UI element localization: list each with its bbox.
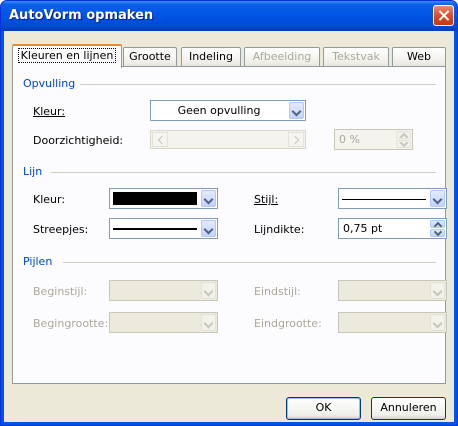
tab-tekstvak[interactable]: Tekstvak	[323, 47, 389, 66]
chevron-down-icon[interactable]	[430, 190, 445, 207]
chevron-down-icon[interactable]	[289, 102, 304, 119]
line-color-label: Kleur:	[33, 193, 66, 206]
tab-grootte[interactable]: Grootte	[123, 47, 177, 66]
end-style-dropdown[interactable]	[338, 280, 447, 301]
section-heading-arrows: Pijlen	[23, 255, 53, 268]
separator	[51, 172, 436, 173]
line-style-sample	[342, 199, 426, 200]
chevron-down-icon[interactable]	[430, 314, 445, 331]
line-weight-value: 0,75 pt	[343, 222, 383, 235]
section-heading-line: Lijn	[23, 165, 43, 178]
fill-color-value: Geen opvulling	[177, 104, 261, 117]
chevron-down-icon[interactable]	[201, 282, 216, 299]
line-style-dropdown[interactable]	[338, 188, 447, 209]
begin-style-label: Beginstijl:	[33, 285, 88, 298]
end-size-dropdown[interactable]	[338, 312, 447, 333]
ok-button[interactable]: OK	[286, 397, 361, 420]
arrow-right-icon[interactable]	[288, 132, 304, 147]
fill-color-dropdown[interactable]: Geen opvulling	[150, 100, 306, 121]
tab-indeling[interactable]: Indeling	[181, 47, 241, 66]
line-color-dropdown[interactable]	[109, 188, 218, 209]
separator	[80, 84, 436, 85]
end-style-label: Eindstijl:	[254, 285, 301, 298]
line-color-swatch	[113, 192, 197, 205]
transparency-value: 0 %	[339, 133, 360, 146]
dialog-client: Kleuren en lijnen Grootte Indeling Afbee…	[4, 31, 454, 422]
begin-size-dropdown[interactable]	[109, 312, 218, 333]
chevron-down-icon[interactable]	[201, 190, 216, 207]
end-size-label: Eindgrootte:	[254, 317, 322, 330]
transparency-slider[interactable]	[150, 130, 306, 149]
line-weight-spinner[interactable]: 0,75 pt	[338, 218, 447, 239]
chevron-down-icon[interactable]	[201, 220, 216, 237]
line-style-label: Stijl:	[254, 193, 279, 206]
dash-label: Streepjes:	[33, 223, 89, 236]
line-weight-label: Lijndikte:	[254, 223, 305, 236]
close-button[interactable]	[433, 5, 454, 26]
tab-web[interactable]: Web	[392, 47, 446, 66]
transparency-label: Doorzichtigheid:	[33, 134, 124, 147]
window-title: AutoVorm opmaken	[9, 8, 154, 23]
tab-afbeelding[interactable]: Afbeelding	[244, 47, 320, 66]
section-heading-fill: Opvulling	[23, 77, 76, 90]
title-bar[interactable]: AutoVorm opmaken	[1, 1, 457, 31]
chevron-down-icon[interactable]	[430, 282, 445, 299]
fill-color-label: Kleur:	[33, 105, 66, 118]
tab-panel: Opvulling Kleur: Geen opvulling Doorzich…	[12, 66, 447, 384]
begin-style-dropdown[interactable]	[109, 280, 218, 301]
dialog-window: AutoVorm opmaken Kleuren en lijnen Groot…	[0, 0, 458, 426]
arrow-left-icon[interactable]	[152, 132, 168, 147]
dash-dropdown[interactable]	[109, 218, 218, 239]
tab-kleuren-en-lijnen[interactable]: Kleuren en lijnen	[12, 44, 122, 68]
spin-down-icon[interactable]	[396, 140, 411, 148]
dash-sample	[113, 228, 197, 230]
begin-size-label: Begingrootte:	[33, 317, 109, 330]
chevron-down-icon[interactable]	[201, 314, 216, 331]
transparency-spinner[interactable]: 0 %	[334, 129, 413, 150]
separator	[63, 262, 436, 263]
spin-down-icon[interactable]	[430, 229, 445, 237]
cancel-button[interactable]: Annuleren	[371, 397, 446, 420]
